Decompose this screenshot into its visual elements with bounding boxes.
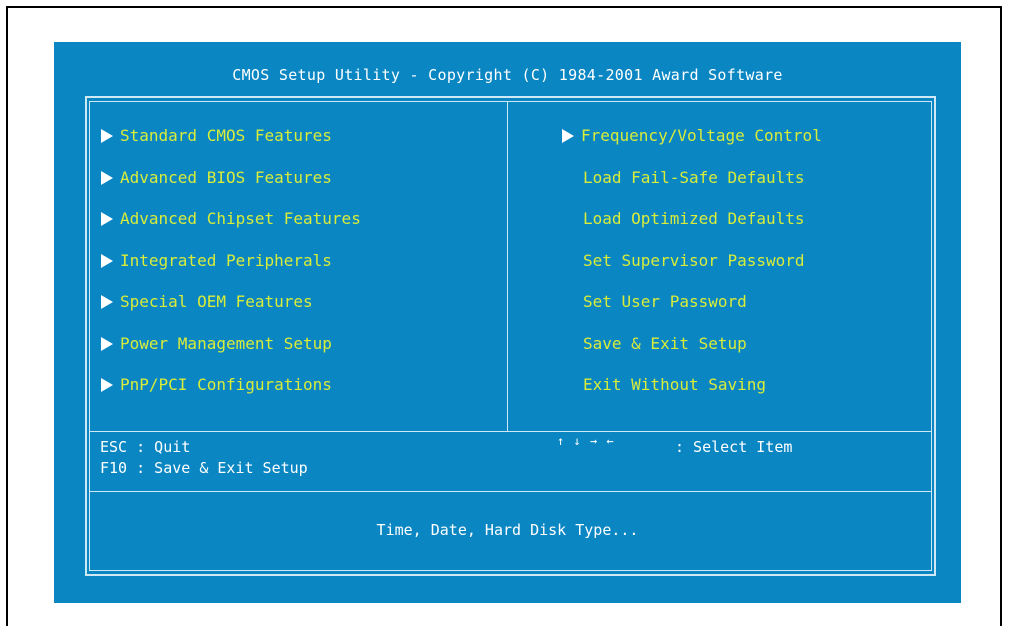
menu-item-label: Advanced BIOS Features [120, 168, 332, 187]
submenu-arrow-icon [101, 212, 113, 226]
menu-item-exit-without-saving[interactable]: Exit Without Saving [583, 373, 766, 397]
menu-item-advanced-chipset-features[interactable]: Advanced Chipset Features [101, 207, 361, 231]
column-divider [507, 101, 508, 431]
help-select-item: : Select Item [675, 438, 793, 456]
submenu-arrow-icon [562, 129, 574, 143]
menu-item-load-fail-safe-defaults[interactable]: Load Fail-Safe Defaults [583, 166, 805, 190]
menu-item-label: Frequency/Voltage Control [581, 126, 822, 145]
submenu-arrow-icon [101, 295, 113, 309]
menu-item-integrated-peripherals[interactable]: Integrated Peripherals [101, 249, 332, 273]
submenu-arrow-icon [101, 254, 113, 268]
help-divider [89, 431, 932, 432]
nav-arrows-icon: ↑ ↓ → ← [557, 434, 615, 448]
submenu-arrow-icon [101, 337, 113, 351]
help-esc-quit: ESC : Quit [100, 438, 191, 456]
menu-item-power-management-setup[interactable]: Power Management Setup [101, 332, 332, 356]
submenu-arrow-icon [101, 129, 113, 143]
menu-item-pnp-pci-configurations[interactable]: PnP/PCI Configurations [101, 373, 332, 397]
help-f10-save-exit: F10 : Save & Exit Setup [100, 459, 308, 477]
submenu-arrow-icon [101, 171, 113, 185]
menu-item-label: Special OEM Features [120, 292, 313, 311]
status-divider [89, 491, 932, 492]
menu-item-label: PnP/PCI Configurations [120, 375, 332, 394]
menu-item-set-user-password[interactable]: Set User Password [583, 290, 747, 314]
menu-item-label: Power Management Setup [120, 334, 332, 353]
menu-item-standard-cmos-features[interactable]: Standard CMOS Features [101, 124, 332, 148]
menu-item-save-exit-setup[interactable]: Save & Exit Setup [583, 332, 747, 356]
menu-item-load-optimized-defaults[interactable]: Load Optimized Defaults [583, 207, 805, 231]
menu-item-set-supervisor-password[interactable]: Set Supervisor Password [583, 249, 805, 273]
bios-screen: CMOS Setup Utility - Copyright (C) 1984-… [54, 42, 961, 603]
menu-item-label: Standard CMOS Features [120, 126, 332, 145]
page-title: CMOS Setup Utility - Copyright (C) 1984-… [232, 66, 783, 84]
menu-item-special-oem-features[interactable]: Special OEM Features [101, 290, 313, 314]
menu-item-advanced-bios-features[interactable]: Advanced BIOS Features [101, 166, 332, 190]
menu-item-label: Advanced Chipset Features [120, 209, 361, 228]
submenu-arrow-icon [101, 378, 113, 392]
menu-item-label: Integrated Peripherals [120, 251, 332, 270]
menu-item-frequency-voltage-control[interactable]: Frequency/Voltage Control [562, 124, 822, 148]
item-help-text: Time, Date, Hard Disk Type... [376, 521, 639, 539]
